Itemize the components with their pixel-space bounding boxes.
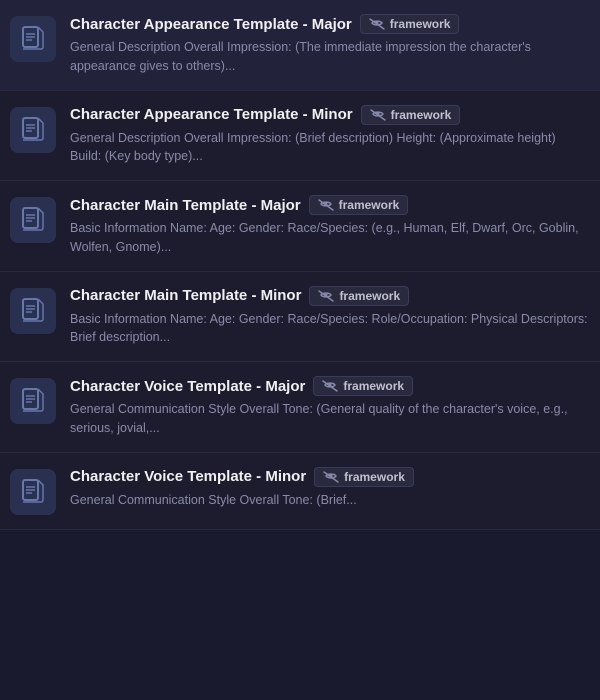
framework-badge: framework: [309, 195, 409, 215]
badge-text: framework: [390, 17, 451, 31]
badge-text: framework: [344, 470, 405, 484]
item-icon-wrapper: [10, 107, 56, 153]
list-item[interactable]: Character Voice Template - Minor framewo…: [0, 453, 600, 530]
item-title: Character Voice Template - Major: [70, 378, 305, 395]
framework-badge: framework: [360, 14, 460, 34]
list-item[interactable]: Character Main Template - Minor framewor…: [0, 272, 600, 363]
document-icon: [22, 388, 44, 414]
item-icon-wrapper: [10, 378, 56, 424]
item-title-row: Character Voice Template - Minor framewo…: [70, 467, 588, 487]
list-item[interactable]: Character Main Template - Major framewor…: [0, 181, 600, 272]
item-icon-wrapper: [10, 197, 56, 243]
badge-text: framework: [343, 379, 404, 393]
framework-badge: framework: [314, 467, 414, 487]
document-icon: [22, 117, 44, 143]
item-content: Character Voice Template - Major framewo…: [70, 376, 588, 438]
item-title: Character Main Template - Major: [70, 197, 301, 214]
document-icon: [22, 26, 44, 52]
framework-badge: framework: [361, 105, 461, 125]
eye-slash-icon: [318, 199, 334, 211]
item-description: Basic Information Name: Age: Gender: Rac…: [70, 310, 588, 348]
item-description: Basic Information Name: Age: Gender: Rac…: [70, 219, 588, 257]
badge-text: framework: [339, 198, 400, 212]
item-title-row: Character Main Template - Minor framewor…: [70, 286, 588, 306]
item-icon-wrapper: [10, 288, 56, 334]
eye-slash-icon: [318, 290, 334, 302]
item-description: General Communication Style Overall Tone…: [70, 491, 588, 510]
document-icon: [22, 479, 44, 505]
item-title-row: Character Appearance Template - Minor fr…: [70, 105, 588, 125]
item-content: Character Voice Template - Minor framewo…: [70, 467, 588, 510]
list-item[interactable]: Character Voice Template - Major framewo…: [0, 362, 600, 453]
list-item[interactable]: Character Appearance Template - Major fr…: [0, 0, 600, 91]
item-content: Character Appearance Template - Major fr…: [70, 14, 588, 76]
badge-text: framework: [339, 289, 400, 303]
item-description: General Description Overall Impression: …: [70, 38, 588, 76]
item-content: Character Main Template - Minor framewor…: [70, 286, 588, 348]
item-title: Character Appearance Template - Major: [70, 16, 352, 33]
item-content: Character Main Template - Major framewor…: [70, 195, 588, 257]
item-title-row: Character Main Template - Major framewor…: [70, 195, 588, 215]
item-title: Character Voice Template - Minor: [70, 468, 306, 485]
eye-slash-icon: [370, 109, 386, 121]
item-title: Character Appearance Template - Minor: [70, 106, 353, 123]
item-icon-wrapper: [10, 469, 56, 515]
document-icon: [22, 207, 44, 233]
item-description: General Communication Style Overall Tone…: [70, 400, 588, 438]
eye-slash-icon: [322, 380, 338, 392]
framework-badge: framework: [309, 286, 409, 306]
framework-badge: framework: [313, 376, 413, 396]
eye-slash-icon: [369, 18, 385, 30]
eye-slash-icon: [323, 471, 339, 483]
document-icon: [22, 298, 44, 324]
item-icon-wrapper: [10, 16, 56, 62]
item-content: Character Appearance Template - Minor fr…: [70, 105, 588, 167]
item-title-row: Character Appearance Template - Major fr…: [70, 14, 588, 34]
item-title-row: Character Voice Template - Major framewo…: [70, 376, 588, 396]
item-description: General Description Overall Impression: …: [70, 129, 588, 167]
template-list: Character Appearance Template - Major fr…: [0, 0, 600, 530]
badge-text: framework: [391, 108, 452, 122]
item-title: Character Main Template - Minor: [70, 287, 301, 304]
list-item[interactable]: Character Appearance Template - Minor fr…: [0, 91, 600, 182]
